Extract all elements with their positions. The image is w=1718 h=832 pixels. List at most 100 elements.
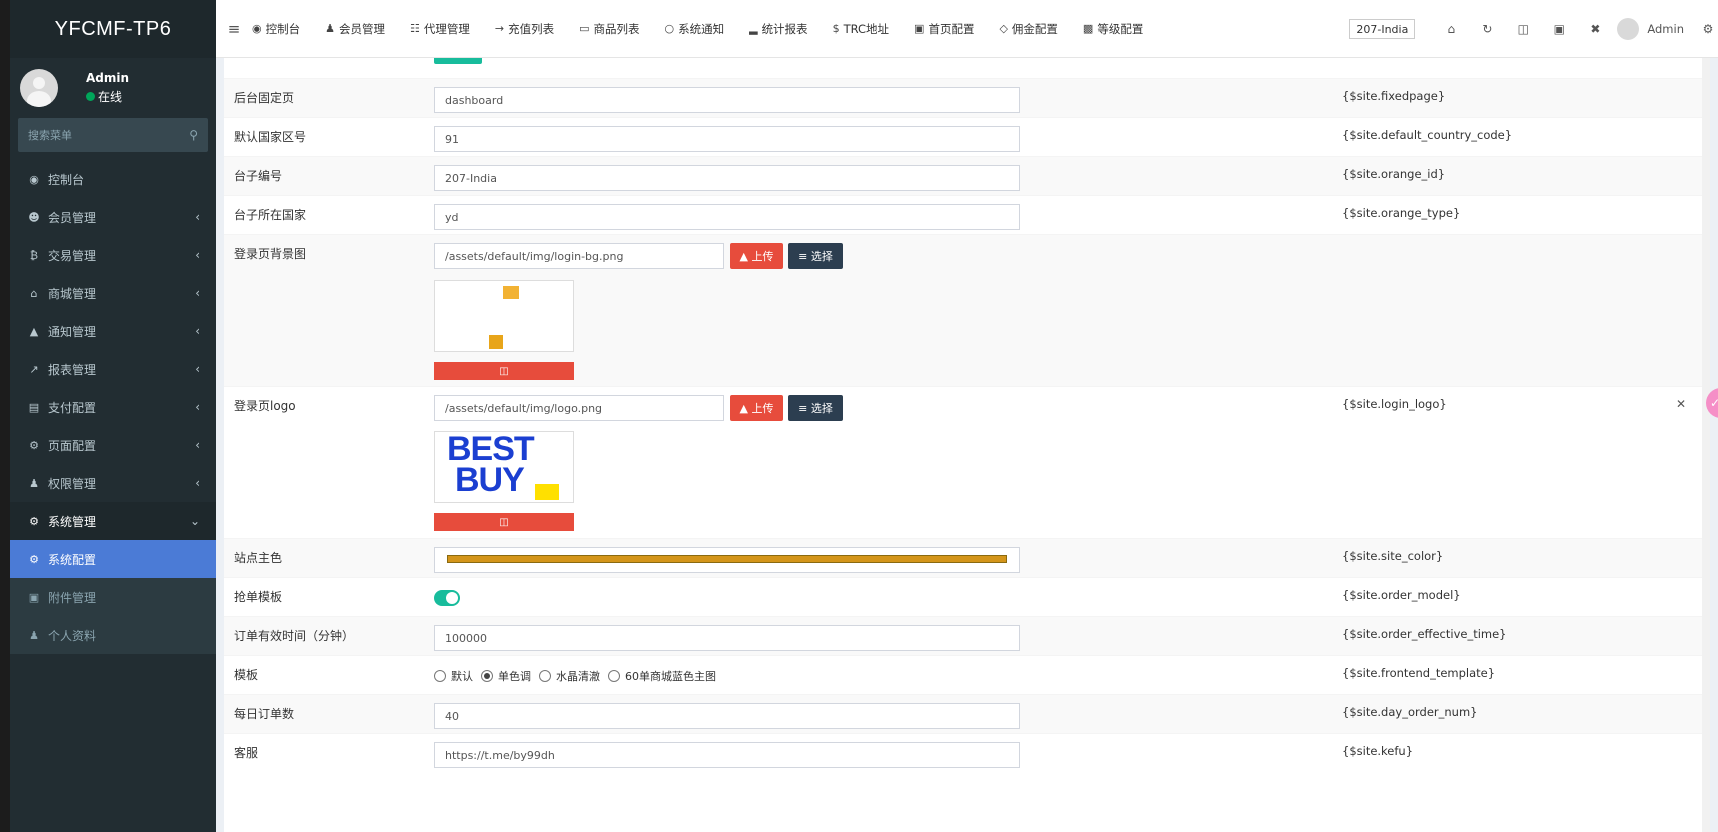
online-dot-icon: [86, 92, 95, 101]
top-nav-label: 代理管理: [423, 21, 470, 36]
sidebar-item-system[interactable]: ⚙ 系统管理 ⌄: [10, 502, 216, 540]
top-nav-home-config[interactable]: ▣ 首页配置: [914, 21, 974, 37]
top-nav-products[interactable]: ▭ 商品列表: [579, 21, 639, 37]
trash-icon[interactable]: ◫: [1505, 22, 1541, 36]
line-chart-icon: ↗: [29, 362, 39, 376]
sidebar-item-system-config[interactable]: ⚙ 系统配置: [10, 540, 216, 578]
field-label: 抢单模板: [234, 590, 283, 604]
home-icon[interactable]: ⌂: [1433, 22, 1469, 36]
refresh-icon[interactable]: ↻: [1469, 22, 1505, 36]
field-key: {$site.orange_id}: [1342, 167, 1446, 181]
gears-icon[interactable]: ⚙: [1698, 22, 1718, 36]
day-order-input[interactable]: 40: [434, 703, 1020, 729]
credit-card-icon: ▤: [28, 400, 40, 414]
template-option[interactable]: 60单商城蓝色主图: [608, 668, 716, 684]
field-label: 登录页背景图: [234, 247, 307, 261]
menu-toggle-icon[interactable]: ≡: [216, 20, 252, 38]
login-logo-input[interactable]: /assets/default/img/logo.png: [434, 395, 724, 421]
template-option-label: 60单商城蓝色主图: [625, 670, 716, 683]
file-image-icon: ▣: [28, 590, 40, 604]
select-label: 选择: [810, 402, 833, 415]
sidebar-item-profile[interactable]: ♟ 个人资料: [10, 616, 216, 654]
top-nav-agents[interactable]: ☷ 代理管理: [410, 21, 470, 37]
orange-id-input[interactable]: 207-India: [434, 165, 1020, 191]
delete-image-button[interactable]: ◫: [434, 362, 574, 380]
chevron-left-icon: ‹: [195, 476, 200, 490]
login-bg-input[interactable]: /assets/default/img/login-bg.png: [434, 243, 724, 269]
user-icon: ♟: [325, 22, 335, 35]
sidebar-item-reports[interactable]: ↗ 报表管理 ‹: [10, 350, 216, 388]
top-nav-label: 佣金配置: [1011, 21, 1058, 36]
config-row-order-model: 抢单模板 {$site.order_model}: [224, 577, 1710, 616]
bestbuy-logo: BEST BUY: [447, 432, 559, 500]
kefu-input[interactable]: https://t.me/by99dh: [434, 742, 1020, 768]
radio-icon: [539, 670, 551, 682]
config-row-fixedpage: 后台固定页 dashboard {$site.fixedpage}: [224, 78, 1710, 117]
field-label: 每日订单数: [234, 707, 295, 721]
scrollbar[interactable]: [1702, 58, 1710, 832]
admin-menu[interactable]: Admin: [1647, 22, 1684, 36]
sidebar-item-label: 通知管理: [48, 324, 97, 339]
config-row-orange-id: 台子编号 207-India {$site.orange_id}: [224, 156, 1710, 195]
search-input[interactable]: 搜索菜单: [28, 127, 189, 143]
top-nav-members[interactable]: ♟ 会员管理: [325, 21, 385, 37]
sidebar-item-page-config[interactable]: ⚙ 页面配置 ‹: [10, 426, 216, 464]
chevron-left-icon: ‹: [195, 362, 200, 376]
sidebar-item-members[interactable]: ☻ 会员管理 ‹: [10, 198, 216, 236]
select-button[interactable]: ≡ 选择: [788, 243, 843, 269]
template-option[interactable]: 水晶清澈: [539, 668, 600, 684]
sidebar-item-mall[interactable]: ⌂ 商城管理 ‹: [10, 274, 216, 312]
fullscreen-icon[interactable]: ✖: [1577, 22, 1613, 36]
template-option[interactable]: 单色调: [481, 668, 531, 684]
avatar[interactable]: [1617, 18, 1640, 40]
select-label: 选择: [810, 250, 833, 263]
top-nav-notices[interactable]: ○ 系统通知: [664, 21, 724, 37]
order-time-input[interactable]: 100000: [434, 625, 1020, 651]
user-circle-icon: ☻: [28, 210, 40, 224]
orange-type-input[interactable]: yd: [434, 204, 1020, 230]
order-model-toggle[interactable]: [434, 590, 460, 606]
top-nav: ◉ 控制台 ♟ 会员管理 ☷ 代理管理 → 充值列表 ▭ 商品列表 ○ 系统通知 ▂ 统计报表…: [252, 21, 1168, 37]
sidebar-item-label: 系统管理: [48, 514, 97, 529]
select-button[interactable]: ≡ 选择: [788, 395, 843, 421]
search-icon[interactable]: ⚲: [189, 128, 198, 142]
sidebar-item-attachments[interactable]: ▣ 附件管理: [10, 578, 216, 616]
sidebar-item-payment[interactable]: ▤ 支付配置 ‹: [10, 388, 216, 426]
upload-button[interactable]: ▲ 上传: [730, 243, 783, 269]
sitemap-icon: ☷: [409, 22, 420, 35]
save-button-partial[interactable]: [434, 58, 482, 64]
upload-button[interactable]: ▲ 上传: [730, 395, 783, 421]
field-label: 订单有效时间（分钟）: [234, 629, 355, 643]
sidebar-item-trade[interactable]: ₿ 交易管理 ‹: [10, 236, 216, 274]
site-color-swatch: [447, 555, 1007, 563]
sidebar-item-permissions[interactable]: ♟ 权限管理 ‹: [10, 464, 216, 502]
top-nav-label: 系统通知: [678, 21, 725, 36]
close-icon[interactable]: ✕: [1676, 397, 1686, 411]
top-nav-commission[interactable]: ◇ 佣金配置: [999, 21, 1057, 37]
template-option[interactable]: 默认: [434, 668, 473, 684]
chevron-left-icon: ‹: [195, 438, 200, 452]
top-nav-stats[interactable]: ▂ 统计报表: [749, 21, 807, 37]
top-nav-dashboard[interactable]: ◉ 控制台: [252, 21, 300, 37]
site-select[interactable]: 207-India: [1349, 19, 1416, 39]
app-window: YFCMF-TP6 Admin 在线 搜索菜单 ⚲ ◉ 控制台 ☻ 会员管理 ‹ ₿ 交…: [10, 0, 1718, 832]
dashboard-icon: ◉: [29, 172, 39, 186]
brand-logo[interactable]: YFCMF-TP6: [10, 0, 216, 58]
delete-image-button[interactable]: ◫: [434, 513, 574, 531]
fixedpage-input[interactable]: dashboard: [434, 87, 1020, 113]
sidebar-item-notice[interactable]: ▲ 通知管理 ‹: [10, 312, 216, 350]
site-color-picker[interactable]: [434, 547, 1020, 573]
field-label: 默认国家区号: [234, 130, 307, 144]
list-icon: ≡: [798, 401, 808, 415]
sidebar-search[interactable]: 搜索菜单 ⚲: [18, 118, 208, 152]
top-nav-trc[interactable]: $ TRC地址: [833, 21, 889, 37]
country-code-input[interactable]: 91: [434, 126, 1020, 152]
top-nav-levels[interactable]: ▩ 等级配置: [1083, 21, 1143, 37]
translate-icon[interactable]: ▣: [1541, 22, 1577, 36]
sidebar-item-dashboard[interactable]: ◉ 控制台: [10, 160, 216, 198]
bg-preview-shape: [489, 335, 503, 349]
field-label: 站点主色: [234, 551, 283, 565]
top-nav-label: 控制台: [265, 21, 301, 36]
top-nav-recharge[interactable]: → 充值列表: [495, 21, 554, 37]
config-row-template: 模板 默认 单色调 水晶清澈 60单商城蓝色主图 {$site.frontend…: [224, 655, 1710, 694]
